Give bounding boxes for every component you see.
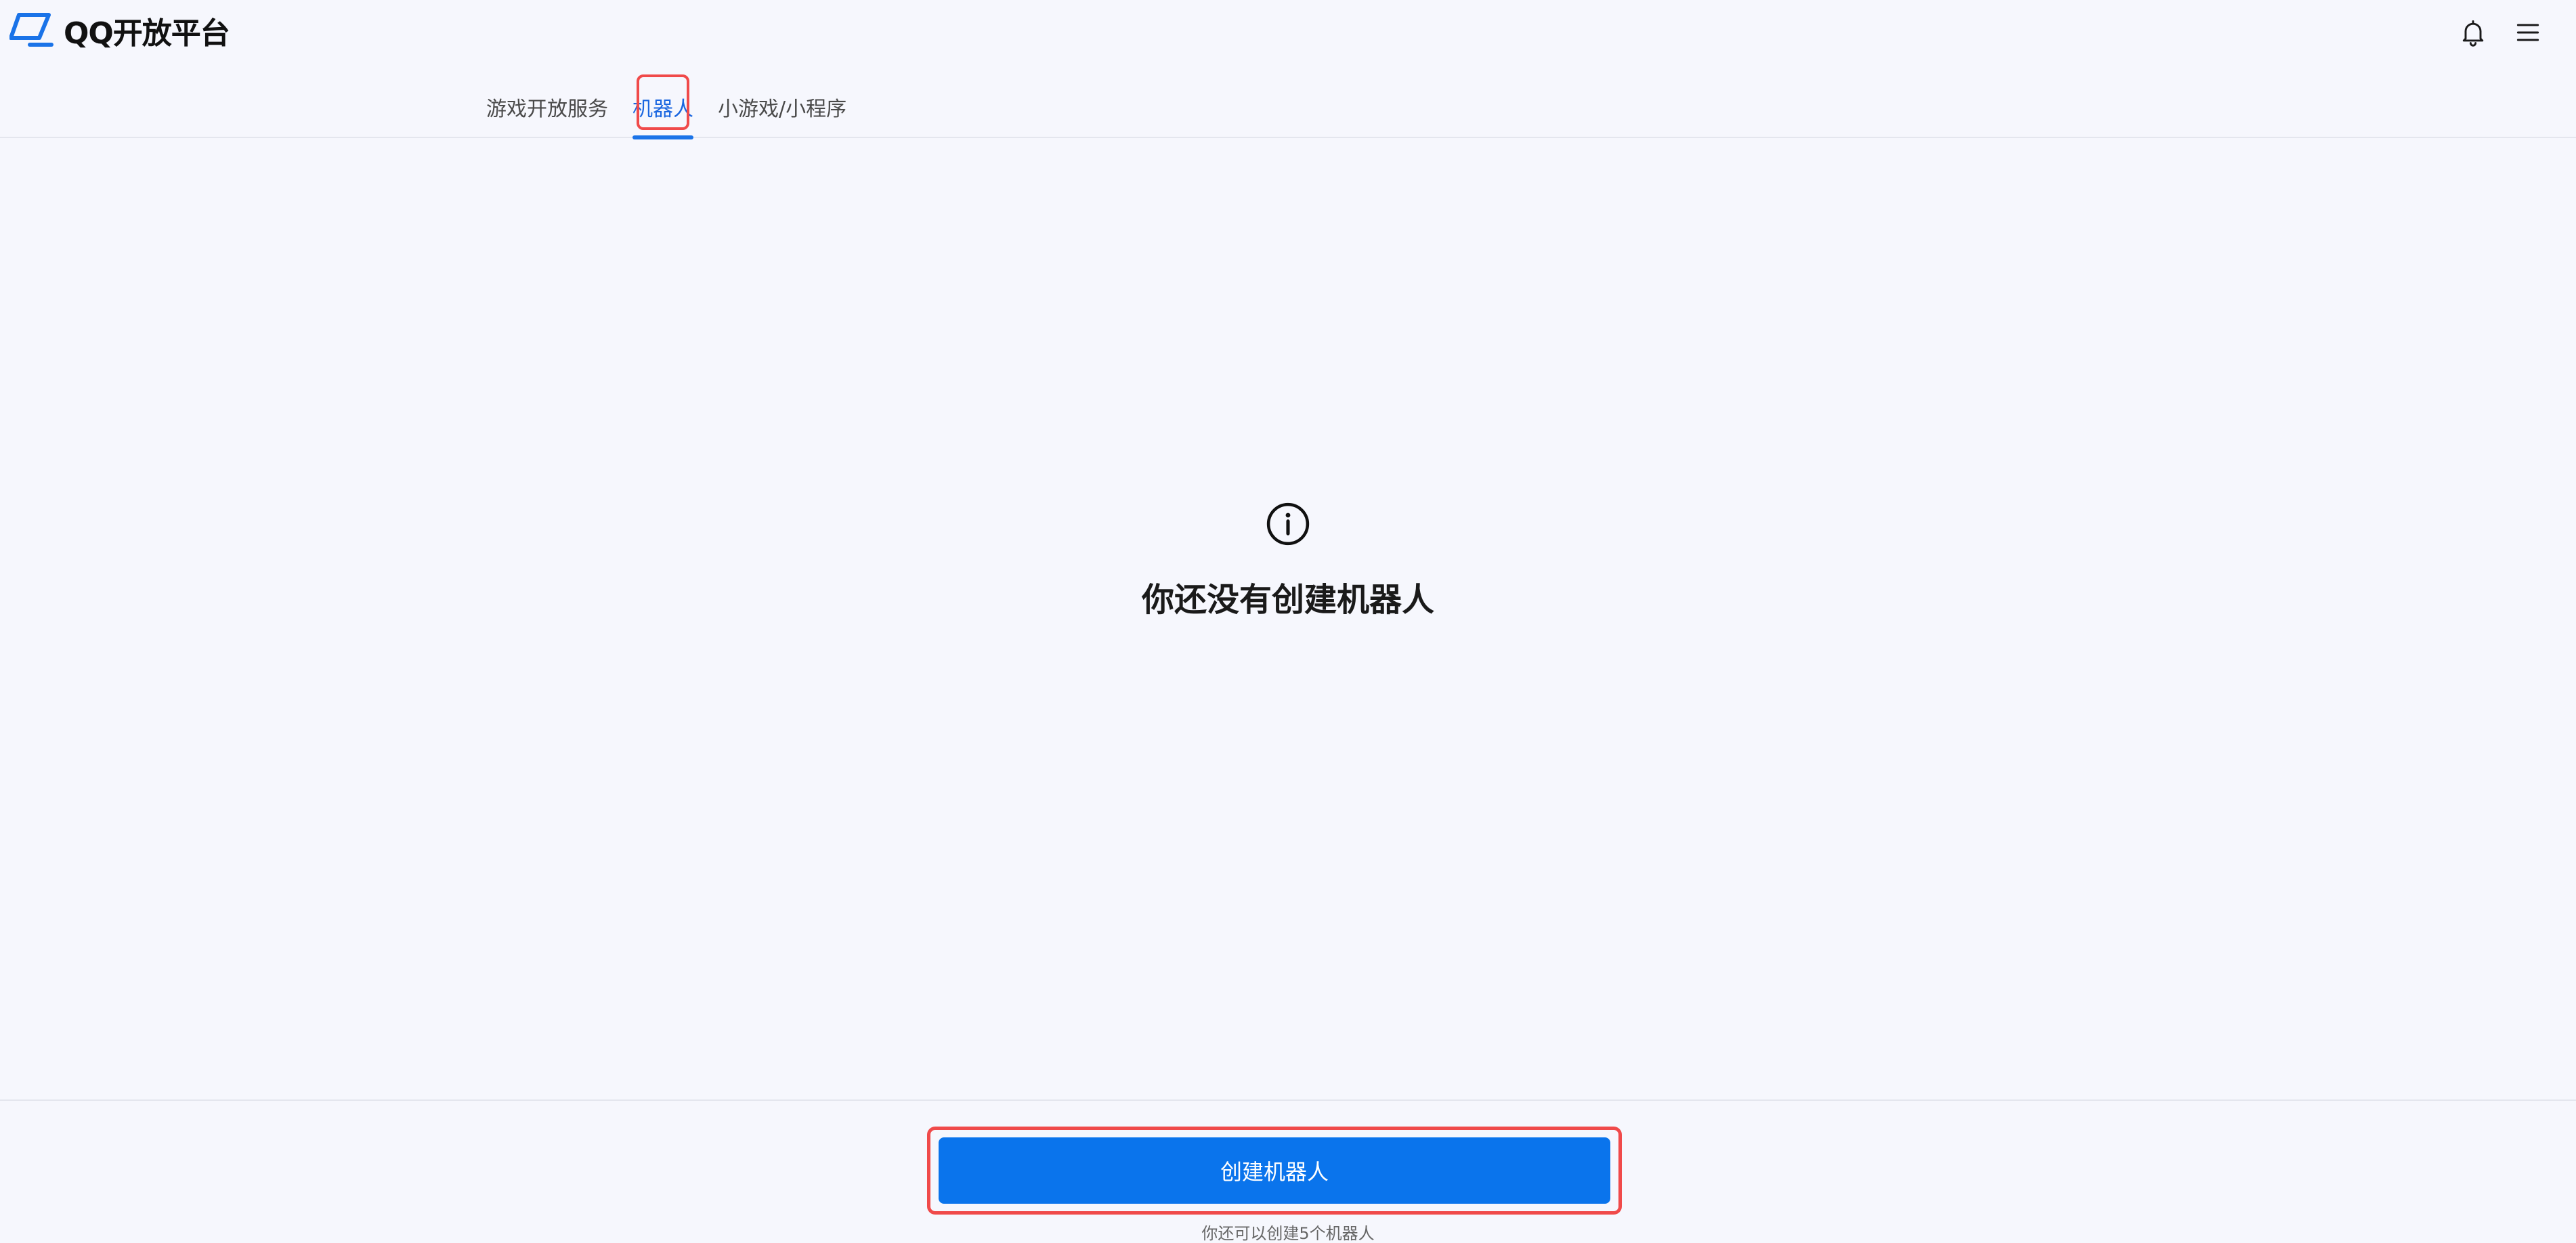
footer-bar: 创建机器人 你还可以创建5个机器人 xyxy=(0,1099,2576,1243)
hamburger-menu-icon xyxy=(2516,24,2539,41)
top-tabs: 游戏开放服务 机器人 小游戏/小程序 xyxy=(474,74,859,139)
bot-quota-note: 你还可以创建5个机器人 xyxy=(1201,1224,1375,1243)
empty-state: 你还没有创建机器人 xyxy=(0,501,2576,620)
page: QQ开放平台 游戏开放服务 机器人 小游戏/小程序 你还没有创建机器人 创建机器… xyxy=(0,0,2576,1243)
top-header: QQ开放平台 游戏开放服务 机器人 小游戏/小程序 xyxy=(0,0,2576,139)
tab-label: 小游戏/小程序 xyxy=(718,97,847,121)
notification-bell-button[interactable] xyxy=(2457,16,2489,49)
tab-bots[interactable]: 机器人 xyxy=(620,74,706,139)
empty-state-title: 你还没有创建机器人 xyxy=(1141,581,1434,619)
logo[interactable]: QQ开放平台 xyxy=(9,9,230,51)
qq-logo-icon xyxy=(9,13,53,47)
bell-icon xyxy=(2462,20,2484,47)
tab-label: 游戏开放服务 xyxy=(486,97,608,121)
main-menu-button[interactable] xyxy=(2512,16,2544,49)
tab-game-open-services[interactable]: 游戏开放服务 xyxy=(474,74,620,138)
create-bot-button[interactable]: 创建机器人 xyxy=(939,1137,1610,1204)
create-button-highlight: 创建机器人 xyxy=(927,1127,1622,1215)
info-icon xyxy=(1266,502,1310,546)
tab-label: 机器人 xyxy=(632,97,693,121)
tab-mini-games-programs[interactable]: 小游戏/小程序 xyxy=(706,74,859,138)
logo-text: QQ开放平台 xyxy=(64,16,230,51)
